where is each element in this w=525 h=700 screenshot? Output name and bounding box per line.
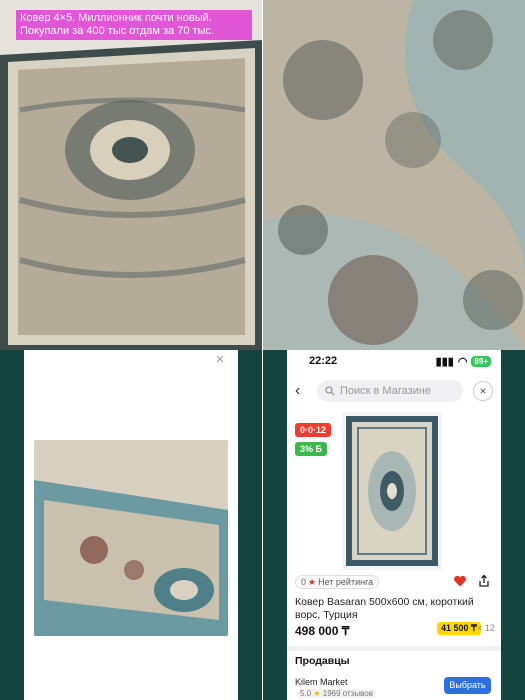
search-input[interactable]: Поиск в Магазине [317,380,463,402]
heart-icon[interactable] [453,574,467,588]
close-search-button[interactable]: × [473,381,493,401]
cashback-badge: 3% Б [295,442,327,456]
installment-price: 41 500 ₸ [437,622,481,635]
rolled-carpet-illustration [34,440,228,636]
star-icon: ★ [313,689,321,698]
product-page: 22:22 ▮▮▮ ◠ 89+ ‹ Поиск в Магазине × 0·0… [287,350,501,700]
divider [287,646,501,651]
seller-score: 5.0 [300,689,312,698]
image-viewer-card: × [24,350,238,700]
search-placeholder: Поиск в Магазине [340,385,431,397]
photo-collage: Ковер 4×5. Миллионник почти новый. Покуп… [0,0,525,700]
carpet-closeup-illustration [263,0,525,350]
choose-seller-button[interactable]: Выбрать [444,677,491,694]
status-time: 22:22 [309,355,338,367]
installment-badge: 0·0·12 [295,423,332,437]
status-bar: 22:22 ▮▮▮ ◠ 89+ [287,354,501,370]
share-icon[interactable] [477,574,491,588]
installment-months: × 12 [477,623,495,633]
search-bar: ‹ Поиск в Магазине × [295,380,493,402]
carpet-floor-illustration [0,0,262,350]
carpet-product-illustration [346,416,438,566]
status-icons: ▮▮▮ ◠ 89+ [436,355,491,368]
seller-rating: 5.0 ★ 1969 отзывов [297,689,376,698]
carpet-photo-floor: Ковер 4×5. Миллионник почти новый. Покуп… [0,0,262,350]
seller-name[interactable]: Kilem Market [295,677,348,687]
carpet-photo-closeup [263,0,525,350]
image-viewer-panel: × [0,350,262,700]
back-chevron-icon[interactable]: ‹ [295,382,311,400]
seller-reviews: 1969 отзывов [322,689,373,698]
rating-count: 0 [301,577,307,587]
star-icon: ★ [308,577,317,587]
rating-text: Нет рейтинга [318,577,374,587]
wifi-icon: ◠ [457,356,468,368]
phone-screenshot-panel: 22:22 ▮▮▮ ◠ 89+ ‹ Поиск в Магазине × 0·0… [263,350,525,700]
battery-icon: 89+ [471,356,491,367]
product-price: 498 000 ₸ [295,624,350,638]
sellers-heading: Продавцы [295,655,350,667]
rating-pill: 0 ★ Нет рейтинга [295,575,380,589]
signal-icon: ▮▮▮ [435,356,454,368]
listing-caption: Ковер 4×5. Миллионник почти новый. Покуп… [16,10,252,40]
product-image[interactable] [342,412,442,570]
search-icon [325,386,335,396]
product-title: Ковер Basaran 500x600 см, короткий ворс,… [295,596,474,621]
rolled-carpet-photo [34,440,228,636]
close-viewer-button[interactable]: × [212,352,228,368]
